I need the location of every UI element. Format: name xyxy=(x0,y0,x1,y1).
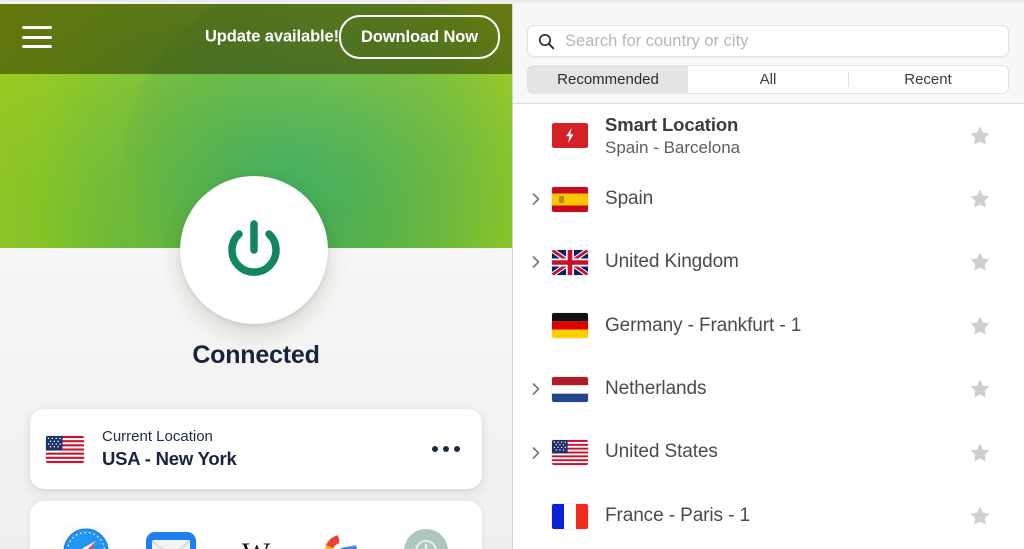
mail-shortcut[interactable] xyxy=(143,523,199,549)
location-name: Spain xyxy=(605,187,654,209)
location-name: France - Paris - 1 xyxy=(605,504,750,526)
search-and-tabs-area: Recommended All Recent xyxy=(513,0,1024,104)
power-button-wrapper xyxy=(180,176,328,324)
current-location-name: USA - New York xyxy=(102,448,237,470)
location-row-text: Germany - Frankfurt - 1 xyxy=(605,315,801,337)
expressvpn-window: Update available! Download Now Connected xyxy=(0,0,1024,549)
mail-icon xyxy=(146,532,197,549)
chevron-right-icon[interactable] xyxy=(529,192,543,206)
location-row[interactable]: Smart Location Spain - Barcelona xyxy=(513,104,1024,167)
window-top-edge xyxy=(0,0,1024,4)
favorite-star-icon[interactable] xyxy=(968,504,992,528)
location-row[interactable]: United Kingdom xyxy=(513,231,1024,294)
flag-netherlands xyxy=(552,376,588,402)
app-topbar: Update available! Download Now xyxy=(0,0,512,74)
location-row[interactable]: Netherlands xyxy=(513,358,1024,421)
favorite-star-icon[interactable] xyxy=(968,441,992,465)
location-list[interactable]: Smart Location Spain - Barcelona Spain Unit… xyxy=(513,104,1024,549)
flag-uk xyxy=(552,249,588,275)
location-name: Germany - Frankfurt - 1 xyxy=(605,314,802,336)
flag-germany xyxy=(552,313,588,339)
location-row-text: Smart Location Spain - Barcelona xyxy=(605,114,740,158)
flag-spain xyxy=(552,186,588,212)
location-name: United States xyxy=(605,441,718,463)
location-row[interactable]: United States xyxy=(513,421,1024,484)
current-location-caption: Current Location xyxy=(102,428,213,446)
location-row-text: United Kingdom xyxy=(605,251,739,273)
location-subname: Spain - Barcelona xyxy=(605,137,741,157)
shortcuts-bar: W xyxy=(30,501,482,549)
favorite-star-icon[interactable] xyxy=(968,187,992,211)
tab-recent[interactable]: Recent xyxy=(848,66,1008,93)
chevron-right-icon[interactable] xyxy=(529,446,543,460)
tab-all[interactable]: All xyxy=(688,66,848,93)
flag-usa xyxy=(552,440,588,466)
current-location-text: Current Location USA - New York xyxy=(102,428,237,470)
location-name: Netherlands xyxy=(605,378,707,400)
add-shortcut[interactable] xyxy=(398,523,454,549)
safari-shortcut[interactable] xyxy=(58,523,114,549)
wikipedia-icon: W xyxy=(229,525,282,549)
location-name: Smart Location xyxy=(605,113,739,135)
connection-status-label: Connected xyxy=(192,341,320,369)
favorite-star-icon[interactable] xyxy=(968,124,992,148)
favorite-star-icon[interactable] xyxy=(968,250,992,274)
google-shortcut[interactable] xyxy=(313,523,369,549)
hamburger-menu-icon[interactable] xyxy=(22,26,52,48)
location-row[interactable]: France - Paris - 1 xyxy=(513,484,1024,547)
search-icon xyxy=(538,33,555,49)
location-row-text: France - Paris - 1 xyxy=(605,505,750,527)
tab-recommended[interactable]: Recommended xyxy=(528,66,688,93)
location-row-text: United States xyxy=(605,441,718,463)
google-icon xyxy=(324,535,357,549)
location-row[interactable]: Spain xyxy=(513,167,1024,230)
location-row[interactable]: Germany - Frankfurt - 1 xyxy=(513,294,1024,357)
location-name: United Kingdom xyxy=(605,251,739,273)
safari-icon xyxy=(60,525,113,549)
flag-usa-icon xyxy=(46,435,84,463)
favorite-star-icon[interactable] xyxy=(968,377,992,401)
location-row-text: Spain xyxy=(605,188,653,210)
power-icon xyxy=(228,220,280,276)
update-available-label: Update available! xyxy=(204,27,339,46)
flag-france xyxy=(552,503,588,529)
location-row-text: Netherlands xyxy=(605,378,706,400)
smart-location-icon xyxy=(552,123,588,149)
vpn-main-panel: Update available! Download Now Connected xyxy=(0,0,512,549)
svg-text:W: W xyxy=(242,537,271,549)
wikipedia-shortcut[interactable]: W xyxy=(228,523,284,549)
add-circle-icon xyxy=(403,529,448,549)
location-picker-panel: Recommended All Recent Smart LocationSpa… xyxy=(512,0,1024,549)
ellipsis-icon[interactable] xyxy=(432,446,460,452)
power-button[interactable] xyxy=(180,176,328,324)
chevron-right-icon[interactable] xyxy=(529,255,543,269)
chevron-right-icon[interactable] xyxy=(529,382,543,396)
favorite-star-icon[interactable] xyxy=(968,314,992,338)
search-box[interactable] xyxy=(527,25,1009,57)
search-input[interactable] xyxy=(563,30,987,52)
download-now-button[interactable]: Download Now xyxy=(338,15,500,59)
location-tabs: Recommended All Recent xyxy=(527,65,1009,94)
current-location-card[interactable]: Current Location USA - New York xyxy=(30,409,482,489)
